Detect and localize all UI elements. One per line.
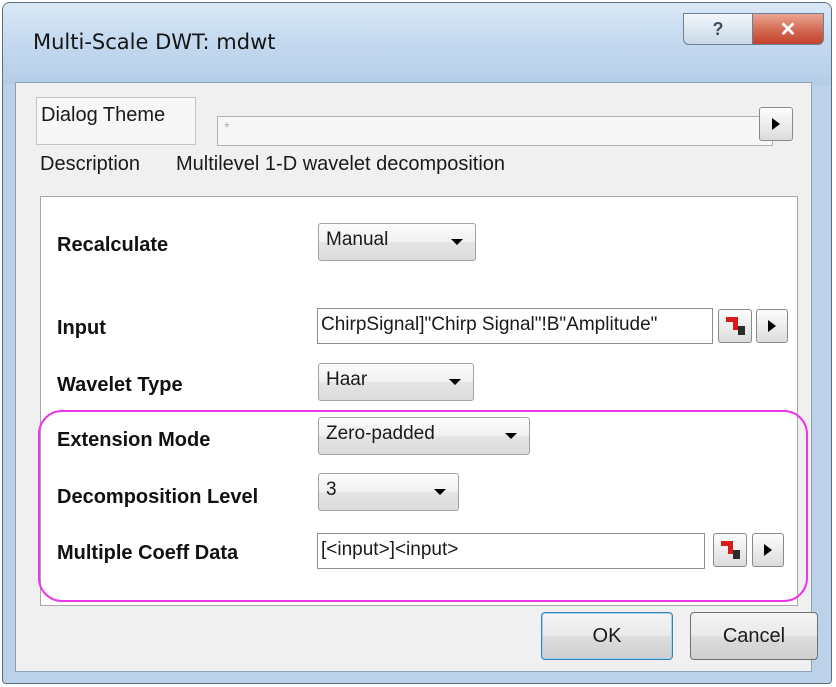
cancel-button[interactable]: Cancel	[690, 612, 818, 660]
dialog-theme-combo[interactable]: *	[217, 116, 773, 146]
dropdown-arrow-icon	[449, 379, 461, 385]
dropdown-arrow-icon	[434, 489, 446, 495]
dialog-theme-label-text: Dialog Theme	[41, 104, 166, 126]
select-data-icon	[719, 539, 741, 561]
input-menu-button[interactable]	[756, 309, 788, 343]
coeff-menu-button[interactable]	[752, 533, 784, 567]
dropdown-arrow-icon	[505, 433, 517, 439]
extension-mode-label: Extension Mode	[57, 429, 211, 451]
recalculate-combo[interactable]: Manual	[318, 223, 476, 261]
decomposition-level-value: 3	[326, 479, 337, 500]
help-button[interactable]: ?	[683, 13, 753, 45]
close-icon: ✕	[779, 18, 797, 41]
ok-button-label: OK	[592, 624, 622, 647]
play-arrow-icon	[764, 544, 772, 556]
play-arrow-icon	[772, 118, 780, 130]
description-text: Multilevel 1-D wavelet decomposition	[176, 153, 506, 175]
input-field[interactable]: ChirpSignal]"Chirp Signal"!B"Amplitude"	[317, 308, 713, 344]
input-label: Input	[57, 317, 106, 339]
decomposition-level-label: Decomposition Level	[57, 486, 259, 508]
multiple-coeff-data-value: [<input>]<input>	[321, 539, 459, 560]
extension-mode-value: Zero-padded	[326, 423, 435, 444]
wavelet-type-label: Wavelet Type	[57, 374, 183, 396]
input-value: ChirpSignal]"Chirp Signal"!B"Amplitude"	[321, 314, 658, 335]
title-bar[interactable]: Multi-Scale DWT: mdwt ? ✕	[3, 3, 831, 85]
theme-menu-button[interactable]	[759, 107, 793, 141]
description-label: Description	[40, 153, 141, 175]
window-title: Multi-Scale DWT: mdwt	[33, 30, 276, 54]
recalculate-value: Manual	[326, 229, 389, 250]
extension-mode-combo[interactable]: Zero-padded	[318, 417, 530, 455]
dialog-client-area: Dialog Theme * Description Multilevel 1-…	[15, 82, 812, 672]
recalculate-label: Recalculate	[57, 234, 169, 256]
ok-button[interactable]: OK	[541, 612, 673, 660]
cancel-button-label: Cancel	[722, 624, 786, 647]
multiple-coeff-data-field[interactable]: [<input>]<input>	[317, 533, 705, 569]
close-button[interactable]: ✕	[752, 13, 824, 45]
coeff-select-workbook-button[interactable]	[713, 533, 747, 567]
dialog-theme-value: *	[224, 119, 230, 135]
input-select-workbook-button[interactable]	[718, 309, 752, 343]
dropdown-arrow-icon	[451, 239, 463, 245]
settings-panel: Recalculate Manual Input ChirpSignal]"Ch…	[40, 196, 798, 606]
help-icon: ?	[712, 18, 724, 39]
play-arrow-icon	[768, 320, 776, 332]
dialog-theme-label: Dialog Theme *	[36, 97, 773, 146]
select-data-icon	[724, 315, 746, 337]
wavelet-type-combo[interactable]: Haar	[318, 363, 474, 401]
wavelet-type-value: Haar	[326, 369, 368, 390]
multiple-coeff-data-label: Multiple Coeff Data	[57, 542, 239, 564]
decomposition-level-combo[interactable]: 3	[318, 473, 459, 511]
